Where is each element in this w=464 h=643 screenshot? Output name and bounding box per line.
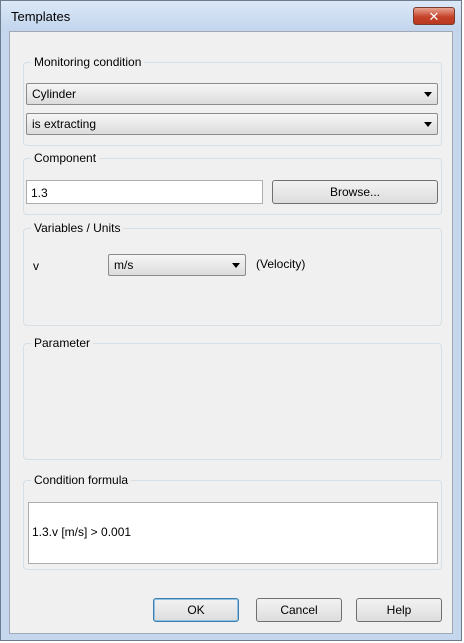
title-bar[interactable]: Templates ✕ xyxy=(1,1,461,31)
parameter-label: Parameter xyxy=(31,336,94,350)
component-type-select[interactable]: Cylinder xyxy=(26,83,438,105)
templates-dialog: Templates ✕ Monitoring condition Cylinde… xyxy=(0,0,462,641)
chevron-down-icon xyxy=(232,263,240,268)
monitoring-condition-group: Monitoring condition Cylinder is extract… xyxy=(23,55,442,146)
variables-units-group: Variables / Units v m/s (Velocity) xyxy=(23,221,442,326)
chevron-down-icon xyxy=(424,92,432,97)
cancel-button[interactable]: Cancel xyxy=(256,598,342,622)
condition-formula-label: Condition formula xyxy=(31,473,132,487)
component-group: Component 1.3 Browse... xyxy=(23,151,442,215)
browse-button[interactable]: Browse... xyxy=(272,180,438,204)
variable-name: v xyxy=(33,259,39,273)
unit-select[interactable]: m/s xyxy=(108,254,246,276)
component-type-value: Cylinder xyxy=(32,87,77,101)
condition-select[interactable]: is extracting xyxy=(26,113,438,135)
parameter-group: Parameter xyxy=(23,336,442,460)
unit-value: m/s xyxy=(114,258,134,272)
dialog-body: Monitoring condition Cylinder is extract… xyxy=(9,31,453,634)
close-button[interactable]: ✕ xyxy=(413,7,455,25)
variables-units-label: Variables / Units xyxy=(31,221,124,235)
component-field[interactable]: 1.3 xyxy=(26,180,263,204)
component-label: Component xyxy=(31,151,100,165)
component-value: 1.3 xyxy=(31,186,48,200)
condition-formula-text: 1.3.v [m/s] > 0.001 xyxy=(32,525,132,539)
condition-formula-field[interactable]: 1.3.v [m/s] > 0.001 xyxy=(28,502,438,564)
help-button[interactable]: Help xyxy=(356,598,442,622)
chevron-down-icon xyxy=(424,122,432,127)
close-icon: ✕ xyxy=(428,9,440,24)
condition-value: is extracting xyxy=(32,117,97,131)
monitoring-condition-label: Monitoring condition xyxy=(31,55,145,69)
ok-button[interactable]: OK xyxy=(153,598,239,622)
condition-formula-group: Condition formula 1.3.v [m/s] > 0.001 xyxy=(23,473,442,570)
window-title: Templates xyxy=(11,9,71,24)
variable-description: (Velocity) xyxy=(256,257,306,271)
